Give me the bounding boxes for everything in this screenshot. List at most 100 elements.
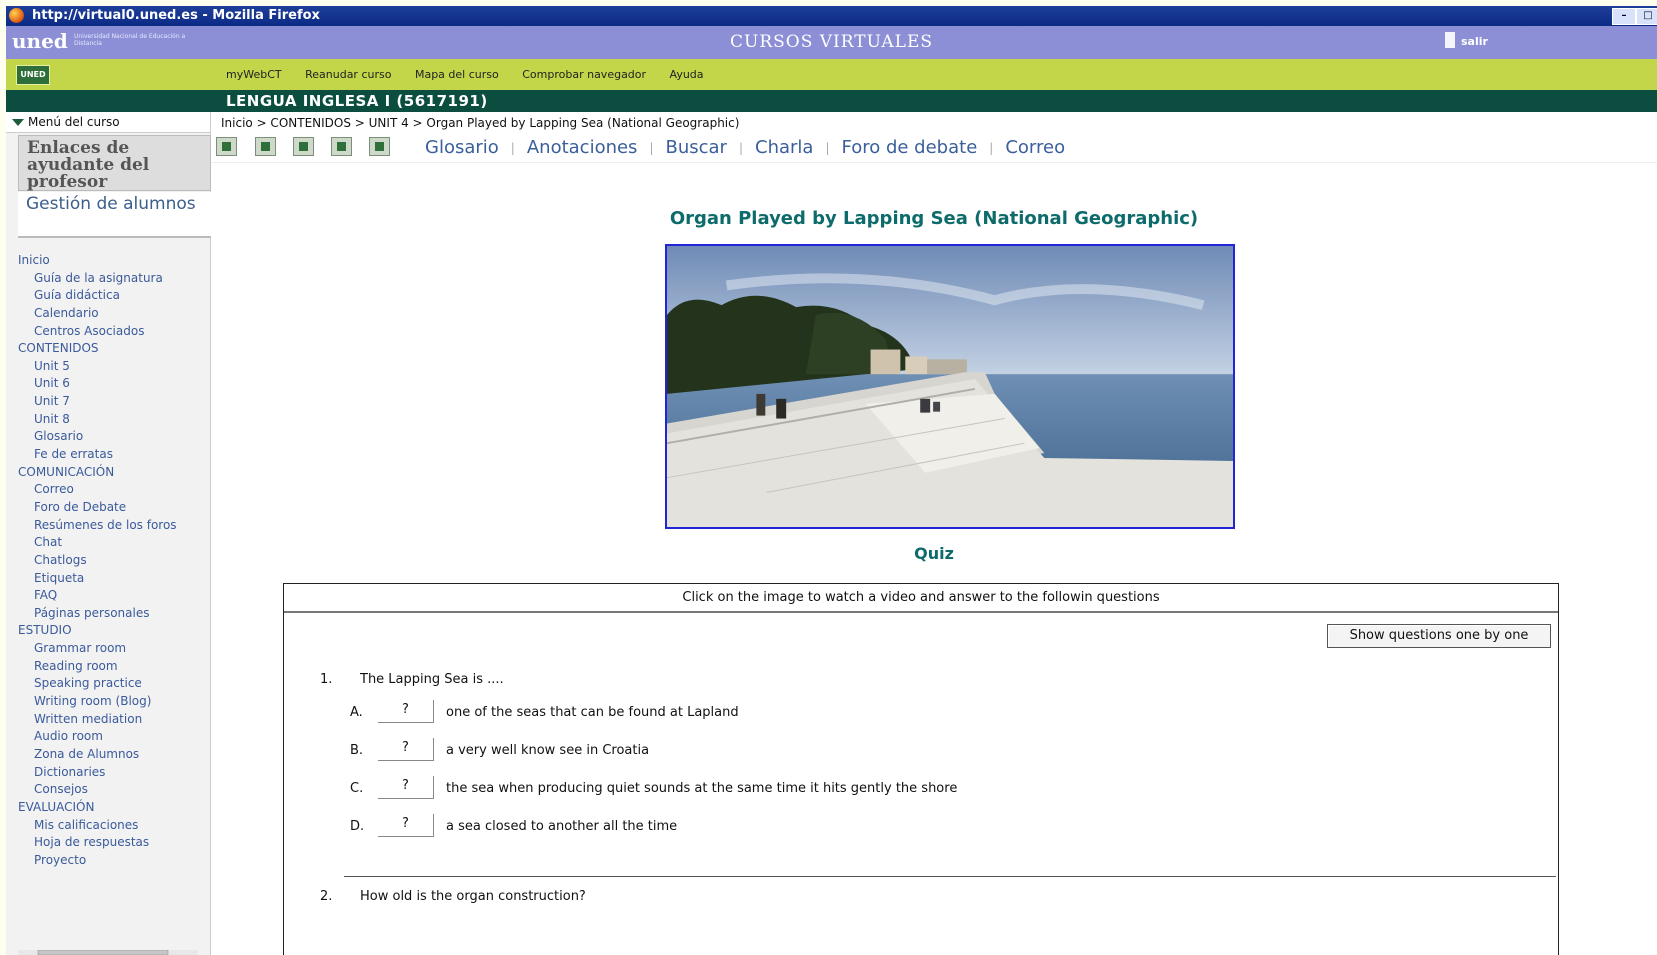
- menu-item[interactable]: Centros Asociados: [18, 323, 210, 341]
- question-divider: [344, 876, 1556, 877]
- site-header: uned Universidad Nacional de Educación a…: [6, 26, 1657, 59]
- menu-item[interactable]: Calendario: [18, 305, 210, 323]
- option-text: one of the seas that can be found at Lap…: [446, 705, 739, 720]
- tool-correo[interactable]: Correo: [1005, 137, 1065, 158]
- menu-item[interactable]: Grammar room: [18, 640, 210, 658]
- menu-item[interactable]: Guía didáctica: [18, 287, 210, 305]
- show-one-by-one-button[interactable]: Show questions one by one: [1327, 624, 1551, 648]
- nav-mapa-curso[interactable]: Mapa del curso: [415, 68, 499, 81]
- option-letter: A.: [350, 705, 363, 720]
- page-title: Organ Played by Lapping Sea (National Ge…: [669, 208, 1199, 229]
- answer-select[interactable]: ?: [378, 814, 434, 837]
- menu-item[interactable]: Hoja de respuestas: [18, 834, 210, 852]
- main-content: Inicio > CONTENIDOS > UNIT 4 > Organ Pla…: [211, 112, 1657, 955]
- answer-select[interactable]: ?: [378, 776, 434, 799]
- tool-foro-debate[interactable]: Foro de debate: [842, 137, 978, 158]
- exit-icon[interactable]: [1445, 32, 1455, 48]
- toolbar: Glosario | Anotaciones | Buscar | Charla | Foro …: [211, 134, 1657, 163]
- tool-charla[interactable]: Charla: [755, 137, 813, 158]
- option-text: a sea closed to another all the time: [446, 819, 678, 834]
- forward-icon[interactable]: [331, 137, 352, 156]
- tool-anotaciones[interactable]: Anotaciones: [527, 137, 638, 158]
- menu-section[interactable]: COMUNICACIÓN: [18, 464, 210, 482]
- firefox-icon: [9, 8, 24, 23]
- divider: |: [825, 141, 830, 155]
- course-bar: LENGUA INGLESA I (5617191): [6, 90, 1657, 112]
- answer-select[interactable]: ?: [378, 700, 434, 723]
- breadcrumb[interactable]: Inicio > CONTENIDOS > UNIT 4 > Organ Pla…: [221, 116, 739, 130]
- minimize-button[interactable]: –: [1612, 8, 1636, 25]
- menu-item[interactable]: Proyecto: [18, 852, 210, 870]
- menu-item[interactable]: Unit 7: [18, 393, 210, 411]
- answer-select[interactable]: ?: [378, 738, 434, 761]
- menu-item[interactable]: Glosario: [18, 428, 210, 446]
- quiz-instructions: Click on the image to watch a video and …: [284, 584, 1558, 613]
- menu-item[interactable]: Unit 8: [18, 411, 210, 429]
- question-number: 2.: [320, 889, 333, 904]
- option-text: a very well know see in Croatia: [446, 743, 650, 758]
- exit-link[interactable]: salir: [1461, 35, 1488, 48]
- menu-item[interactable]: Writing room (Blog): [18, 693, 210, 711]
- option-letter: B.: [350, 743, 364, 758]
- menu-item[interactable]: Zona de Alumnos: [18, 746, 210, 764]
- nav-reanudar-curso[interactable]: Reanudar curso: [305, 68, 391, 81]
- divider: |: [989, 141, 994, 155]
- tool-glosario[interactable]: Glosario: [425, 137, 499, 158]
- menu-section[interactable]: CONTENIDOS: [18, 340, 210, 358]
- maximize-button[interactable]: □: [1636, 8, 1657, 25]
- print-icon[interactable]: [216, 137, 237, 156]
- menu-section[interactable]: EVALUACIÓN: [18, 799, 210, 817]
- menu-section[interactable]: ESTUDIO: [18, 622, 210, 640]
- course-menu-toggle[interactable]: Menú del curso: [6, 112, 210, 133]
- menu-item[interactable]: Páginas personales: [18, 605, 210, 623]
- divider: |: [649, 141, 654, 155]
- window-title: http://virtual0.uned.es - Mozilla Firefo…: [32, 8, 320, 23]
- course-title: LENGUA INGLESA I (5617191): [226, 92, 488, 110]
- course-menu-list: Inicio Guía de la asignatura Guía didáctic…: [18, 252, 210, 869]
- menu-item[interactable]: Speaking practice: [18, 675, 210, 693]
- menu-item[interactable]: Mis calificaciones: [18, 817, 210, 835]
- menu-item[interactable]: Fe de erratas: [18, 446, 210, 464]
- uned-badge: UNED: [16, 65, 50, 85]
- refresh-icon[interactable]: [293, 137, 314, 156]
- header-title: CURSOS VIRTUALES: [729, 32, 934, 52]
- download-icon[interactable]: [369, 137, 390, 156]
- sidebar-scrollbar[interactable]: [18, 950, 198, 955]
- menu-item[interactable]: Foro de Debate: [18, 499, 210, 517]
- menu-item[interactable]: FAQ: [18, 587, 210, 605]
- menu-item[interactable]: Consejos: [18, 781, 210, 799]
- question-text: How old is the organ construction?: [360, 889, 586, 904]
- nav-ayuda[interactable]: Ayuda: [670, 68, 704, 81]
- question-number: 1.: [320, 672, 333, 687]
- quiz-heading: Quiz: [914, 544, 954, 563]
- menu-item[interactable]: Correo: [18, 481, 210, 499]
- window-titlebar: http://virtual0.uned.es - Mozilla Firefo…: [6, 6, 1657, 26]
- menu-item[interactable]: Dictionaries: [18, 764, 210, 782]
- teacher-assistant-links[interactable]: Enlaces de ayudante del profesor: [18, 135, 211, 191]
- course-menu-title: Menú del curso: [28, 115, 120, 129]
- tool-buscar[interactable]: Buscar: [665, 137, 726, 158]
- sidebar: Menú del curso Enlaces de ayudante del p…: [6, 112, 211, 955]
- top-nav: UNED myWebCT Reanudar curso Mapa del cur…: [6, 59, 1657, 90]
- menu-item[interactable]: Unit 5: [18, 358, 210, 376]
- nav-comprobar-navegador[interactable]: Comprobar navegador: [522, 68, 646, 81]
- menu-item[interactable]: Chat: [18, 534, 210, 552]
- menu-item[interactable]: Written mediation: [18, 711, 210, 729]
- sea-organ-video-thumbnail[interactable]: [665, 244, 1235, 529]
- student-management-link[interactable]: Gestión de alumnos: [18, 192, 211, 238]
- option-text: the sea when producing quiet sounds at t…: [446, 781, 958, 796]
- nav-mywebct[interactable]: myWebCT: [226, 68, 282, 81]
- menu-item[interactable]: Audio room: [18, 728, 210, 746]
- menu-item[interactable]: Etiqueta: [18, 570, 210, 588]
- option-letter: C.: [350, 781, 364, 796]
- divider: |: [510, 141, 515, 155]
- menu-item[interactable]: Unit 6: [18, 375, 210, 393]
- menu-item[interactable]: Chatlogs: [18, 552, 210, 570]
- option-letter: D.: [350, 819, 365, 834]
- menu-item[interactable]: Resúmenes de los foros: [18, 517, 210, 535]
- menu-item[interactable]: Reading room: [18, 658, 210, 676]
- back-icon[interactable]: [255, 137, 276, 156]
- tool-links: Glosario | Anotaciones | Buscar | Charla | Foro …: [425, 137, 1065, 158]
- menu-item[interactable]: Guía de la asignatura: [18, 270, 210, 288]
- menu-section[interactable]: Inicio: [18, 252, 210, 270]
